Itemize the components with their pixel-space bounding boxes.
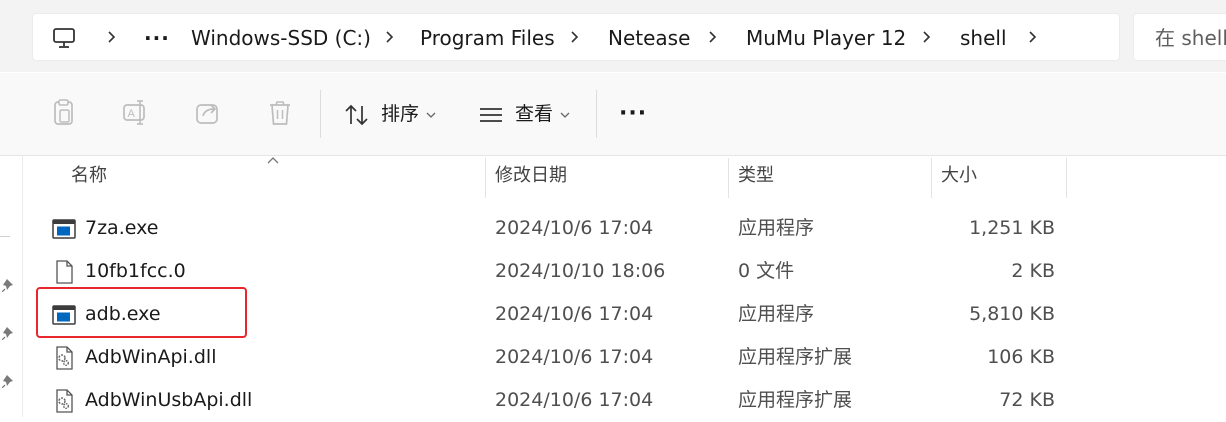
search-placeholder: 在 shell xyxy=(1155,26,1226,50)
file-date: 2024/10/10 18:06 xyxy=(495,260,666,282)
chevron-right-icon[interactable] xyxy=(383,30,397,44)
file-date: 2024/10/6 17:04 xyxy=(495,346,654,368)
breadcrumb[interactable]: ··· Windows-SSD (C:) Program Files Netea… xyxy=(32,13,1120,61)
chevron-right-icon[interactable] xyxy=(1026,30,1040,44)
column-header-date[interactable]: 修改日期 xyxy=(495,156,567,198)
dll-icon xyxy=(56,346,73,370)
breadcrumb-overflow[interactable]: ··· xyxy=(144,14,170,62)
copy-icon[interactable] xyxy=(48,97,80,129)
view-label: 查看 xyxy=(515,103,554,125)
file-type: 应用程序扩展 xyxy=(738,389,853,411)
chevron-right-icon[interactable] xyxy=(920,30,934,44)
sort-label: 排序 xyxy=(381,103,420,125)
file-row[interactable]: AdbWinApi.dll 2024/10/6 17:04 应用程序扩展 106… xyxy=(52,336,1068,379)
command-bar: A 排序 查看 ··· xyxy=(0,73,1226,156)
file-date: 2024/10/6 17:04 xyxy=(495,389,654,411)
highlight-annotation-box xyxy=(36,287,247,338)
dll-icon xyxy=(56,389,73,413)
delete-icon[interactable] xyxy=(264,97,296,129)
file-size: 2 KB xyxy=(1011,260,1055,282)
address-area: ··· Windows-SSD (C:) Program Files Netea… xyxy=(0,0,1226,72)
file-type: 0 文件 xyxy=(738,260,795,282)
cut-icon[interactable] xyxy=(0,101,8,127)
this-pc-icon[interactable] xyxy=(51,25,77,51)
column-header-name[interactable]: 名称 xyxy=(71,156,107,198)
navigation-pane-edge xyxy=(0,156,23,417)
sort-ascending-icon xyxy=(267,157,279,164)
column-divider[interactable] xyxy=(931,158,932,198)
nav-divider xyxy=(0,236,10,237)
toolbar-separator xyxy=(596,90,597,138)
svg-text:A: A xyxy=(128,108,136,120)
file-type: 应用程序 xyxy=(738,303,815,325)
file-size: 1,251 KB xyxy=(969,217,1055,239)
view-button[interactable]: 查看 xyxy=(470,90,582,138)
column-divider[interactable] xyxy=(485,158,486,198)
rename-icon[interactable]: A xyxy=(119,97,151,129)
column-divider[interactable] xyxy=(1066,158,1067,198)
pin-icon[interactable] xyxy=(2,278,16,292)
view-list-icon xyxy=(480,108,502,122)
file-size: 5,810 KB xyxy=(969,303,1055,325)
pin-icon[interactable] xyxy=(2,326,16,340)
file-type: 应用程序扩展 xyxy=(738,346,853,368)
column-divider[interactable] xyxy=(728,158,729,198)
breadcrumb-item-program-files[interactable]: Program Files xyxy=(420,14,555,62)
file-size: 106 KB xyxy=(987,346,1055,368)
column-header-size[interactable]: 大小 xyxy=(941,156,977,198)
toolbar-separator xyxy=(320,90,321,138)
file-row[interactable]: 7za.exe 2024/10/6 17:04 应用程序 1,251 KB xyxy=(52,207,1068,250)
pin-icon[interactable] xyxy=(2,374,16,388)
sort-button[interactable]: 排序 xyxy=(336,90,444,138)
search-box[interactable]: 在 shell xyxy=(1133,13,1226,61)
chevron-down-icon xyxy=(560,112,570,118)
share-icon[interactable] xyxy=(192,97,224,129)
chevron-down-icon xyxy=(426,112,436,118)
exe-icon xyxy=(52,219,76,239)
file-date: 2024/10/6 17:04 xyxy=(495,303,654,325)
column-header-row: 名称 修改日期 类型 大小 xyxy=(52,156,1068,198)
breadcrumb-item-netease[interactable]: Netease xyxy=(608,14,690,62)
file-name: 7za.exe xyxy=(85,217,159,239)
chevron-right-icon[interactable] xyxy=(105,30,119,44)
file-row[interactable]: AdbWinUsbApi.dll 2024/10/6 17:04 应用程序扩展 … xyxy=(52,379,1068,422)
file-name: AdbWinUsbApi.dll xyxy=(85,389,253,411)
more-options-button[interactable]: ··· xyxy=(619,73,647,155)
chevron-right-icon[interactable] xyxy=(568,30,582,44)
breadcrumb-item-shell[interactable]: shell xyxy=(960,14,1007,62)
file-name: AdbWinApi.dll xyxy=(85,346,217,368)
blank-file-icon xyxy=(56,260,73,284)
breadcrumb-item-mumu[interactable]: MuMu Player 12 xyxy=(746,14,906,62)
file-date: 2024/10/6 17:04 xyxy=(495,217,654,239)
sort-icon xyxy=(345,104,368,126)
file-type: 应用程序 xyxy=(738,217,815,239)
breadcrumb-item-drive[interactable]: Windows-SSD (C:) xyxy=(191,14,371,62)
column-header-type[interactable]: 类型 xyxy=(738,156,774,198)
chevron-right-icon[interactable] xyxy=(706,30,720,44)
file-size: 72 KB xyxy=(999,389,1055,411)
